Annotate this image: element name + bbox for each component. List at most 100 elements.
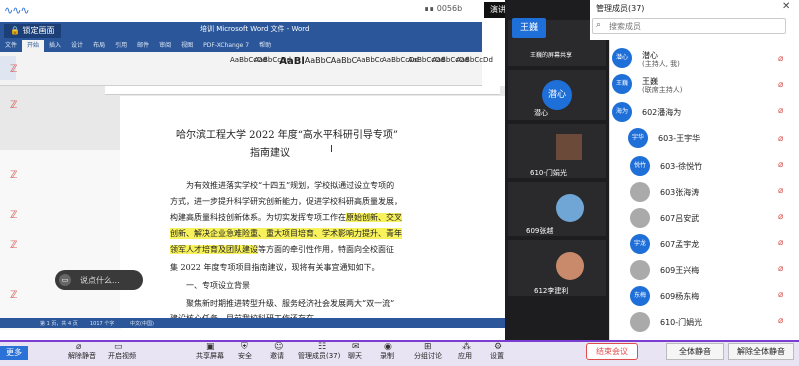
member-row[interactable]: 悦竹 603-徐悦竹 <box>630 156 799 178</box>
style-heading1[interactable]: AaBl <box>278 56 306 76</box>
tab-mailings[interactable]: 邮件 <box>132 40 154 52</box>
chat-button[interactable]: 聊天 <box>348 351 362 361</box>
member-row[interactable]: 海为 602潘海为 <box>612 102 792 124</box>
member-name: 609杨东梅 <box>660 292 700 301</box>
tab-view[interactable]: 视图 <box>176 40 198 52</box>
chat-placeholder: 说点什么... <box>80 276 120 285</box>
avatar: 王巍 <box>512 18 546 38</box>
record-button[interactable]: 录制 <box>380 351 394 361</box>
member-row[interactable]: 王巍 王巍 (联席主持人) <box>612 74 792 96</box>
member-name: 603-王宇华 <box>658 134 701 143</box>
member-row[interactable]: 潜心 潜心 (主持人, 我) <box>612 48 792 70</box>
close-icon[interactable]: ✕ <box>782 1 790 12</box>
mic-muted-icon[interactable]: ⌀ <box>778 316 783 326</box>
tab-review[interactable]: 审阅 <box>154 40 176 52</box>
ribbon-tabs: 文件 开始 插入 设计 布局 引用 邮件 审阅 视图 PDF-XChange 7 帮助 <box>0 40 482 52</box>
mic-muted-icon[interactable]: ⌀ <box>778 238 783 248</box>
doc-text: 构建高质量科技创新体系。为切实发挥专项工作在 <box>170 213 346 222</box>
participant-video <box>556 134 582 160</box>
mic-muted-icon[interactable]: ⌀ <box>778 290 783 300</box>
doc-paragraph: 领军人才培育及团队建设等方面的牵引性作用，特面向全校面征 <box>170 244 394 255</box>
breakout-button[interactable]: 分组讨论 <box>414 351 442 361</box>
tab-insert[interactable]: 插入 <box>44 40 66 52</box>
avatar <box>630 260 650 280</box>
mic-muted-icon[interactable]: ⌀ <box>778 106 783 116</box>
manage-members-button[interactable]: 管理成员(37) <box>298 351 340 361</box>
member-row[interactable]: 宇龙 607孟宇龙 <box>630 234 799 256</box>
tab-help[interactable]: 帮助 <box>254 40 276 52</box>
style-heading2[interactable]: AaBbC <box>304 56 332 76</box>
mic-muted-icon[interactable]: ⌀ <box>778 160 783 170</box>
mute-all-button[interactable]: 全体静音 <box>666 343 724 360</box>
video-tile-name: 潜心 <box>534 109 548 117</box>
start-video-button[interactable]: 开启视频 <box>108 351 136 361</box>
apps-button[interactable]: 应用 <box>458 351 472 361</box>
ruler <box>105 86 500 95</box>
word-count: 1017 个字 <box>90 321 115 327</box>
highlighted-text: 创新、解决企业急难险重、重大项目培育、学术影响力提升、青年 <box>170 228 402 239</box>
unmute-button[interactable]: 解除静音 <box>68 351 96 361</box>
member-row[interactable]: 东梅 609杨东梅 <box>630 286 799 308</box>
doc-paragraph: 集 2022 年度专项项目指南建议，现将有关事宜通知如下。 <box>170 263 380 272</box>
pen-mark-icon: ℤ <box>10 210 18 221</box>
avatar: 宇龙 <box>630 234 650 254</box>
settings-button[interactable]: 设置 <box>490 351 504 361</box>
member-name: 602潘海为 <box>642 108 682 117</box>
page-count: 第 1 页，共 4 页 <box>40 321 78 327</box>
member-row[interactable]: 609王兴梅 <box>630 260 799 282</box>
avatar: 悦竹 <box>630 156 650 176</box>
lock-screen-button[interactable]: 🔒 锁定画面 <box>4 24 61 38</box>
mic-muted-icon[interactable]: ⌀ <box>778 264 783 274</box>
mic-muted-icon[interactable]: ⌀ <box>778 134 783 144</box>
avatar <box>630 182 650 202</box>
app-logo: ∿∿∿ <box>4 4 30 17</box>
tab-pdf[interactable]: PDF-XChange 7 <box>198 40 254 52</box>
mic-muted-icon[interactable]: ⌀ <box>778 212 783 222</box>
security-button[interactable]: 安全 <box>238 351 252 361</box>
mic-muted-icon[interactable]: ⌀ <box>778 80 783 90</box>
member-row[interactable]: 607吕安武 <box>630 208 799 230</box>
member-row[interactable]: 宇华 603-王宇华 <box>628 128 799 150</box>
mic-muted-icon[interactable]: ⌀ <box>778 54 783 64</box>
style-quote[interactable]: AaBbCcDd <box>456 56 493 76</box>
member-search-input[interactable] <box>609 20 779 32</box>
video-tile-name: 609张越 <box>526 227 554 235</box>
document-title: 哈尔滨工程大学 2022 年度“高水平科研引导专项” <box>176 130 399 141</box>
participant-avatar <box>556 194 584 222</box>
highlighted-text: 领军人才培育及团队建设 <box>170 245 258 254</box>
end-meeting-button[interactable]: 结束会议 <box>586 343 638 360</box>
unmute-all-button[interactable]: 解除全体静音 <box>728 343 794 360</box>
pen-mark-icon: ℤ <box>10 290 18 301</box>
member-row[interactable]: 603张海涛 <box>630 182 799 204</box>
avatar: 宇华 <box>628 128 648 148</box>
invite-button[interactable]: 邀请 <box>270 351 284 361</box>
tab-references[interactable]: 引用 <box>110 40 132 52</box>
pen-mark-icon: ℤ <box>10 240 18 251</box>
doc-heading: 一、专项设立背景 <box>186 281 250 290</box>
more-button[interactable]: 更多 <box>0 346 28 360</box>
doc-paragraph: 为有效推进落实学校“十四五”规划，学校拟通过设立专项的 <box>186 181 395 190</box>
mic-muted-icon[interactable]: ⌀ <box>778 186 783 196</box>
style-title[interactable]: AaBbC <box>330 56 358 76</box>
share-screen-button[interactable]: 共享屏幕 <box>196 351 224 361</box>
member-row[interactable]: 610-门娟光 <box>630 312 799 334</box>
style-emphasis[interactable]: AaBbCcDd <box>382 56 419 76</box>
video-tile-name: 610-门娟光 <box>530 169 567 177</box>
doc-paragraph: 方式，进一步提升科学研究创新能力，促进学校科研高质量发展， <box>170 197 402 206</box>
pen-mark-icon: ℤ <box>10 100 18 111</box>
member-name: 610-门娟光 <box>660 318 703 327</box>
member-panel-title: 管理成员(37) <box>596 4 645 13</box>
avatar: 海为 <box>612 102 632 122</box>
tab-design[interactable]: 设计 <box>66 40 88 52</box>
word-status-bar: 第 1 页，共 4 页 1017 个字 中文(中国) <box>0 318 505 328</box>
avatar: 东梅 <box>630 286 650 306</box>
meeting-top-strip <box>0 0 482 22</box>
chat-icon: ▭ <box>59 274 71 286</box>
member-name: 607吕安武 <box>660 214 700 223</box>
tab-layout[interactable]: 布局 <box>88 40 110 52</box>
doc-paragraph: 构建高质量科技创新体系。为切实发挥专项工作在原始创新、交叉 <box>170 212 402 223</box>
participant-avatar <box>556 252 584 280</box>
style-subtitle[interactable]: AaBbCc <box>356 56 384 76</box>
search-icon: ⌕ <box>596 20 602 30</box>
word-window-title: 培训 Microsoft Word 文件 - Word <box>200 25 310 33</box>
